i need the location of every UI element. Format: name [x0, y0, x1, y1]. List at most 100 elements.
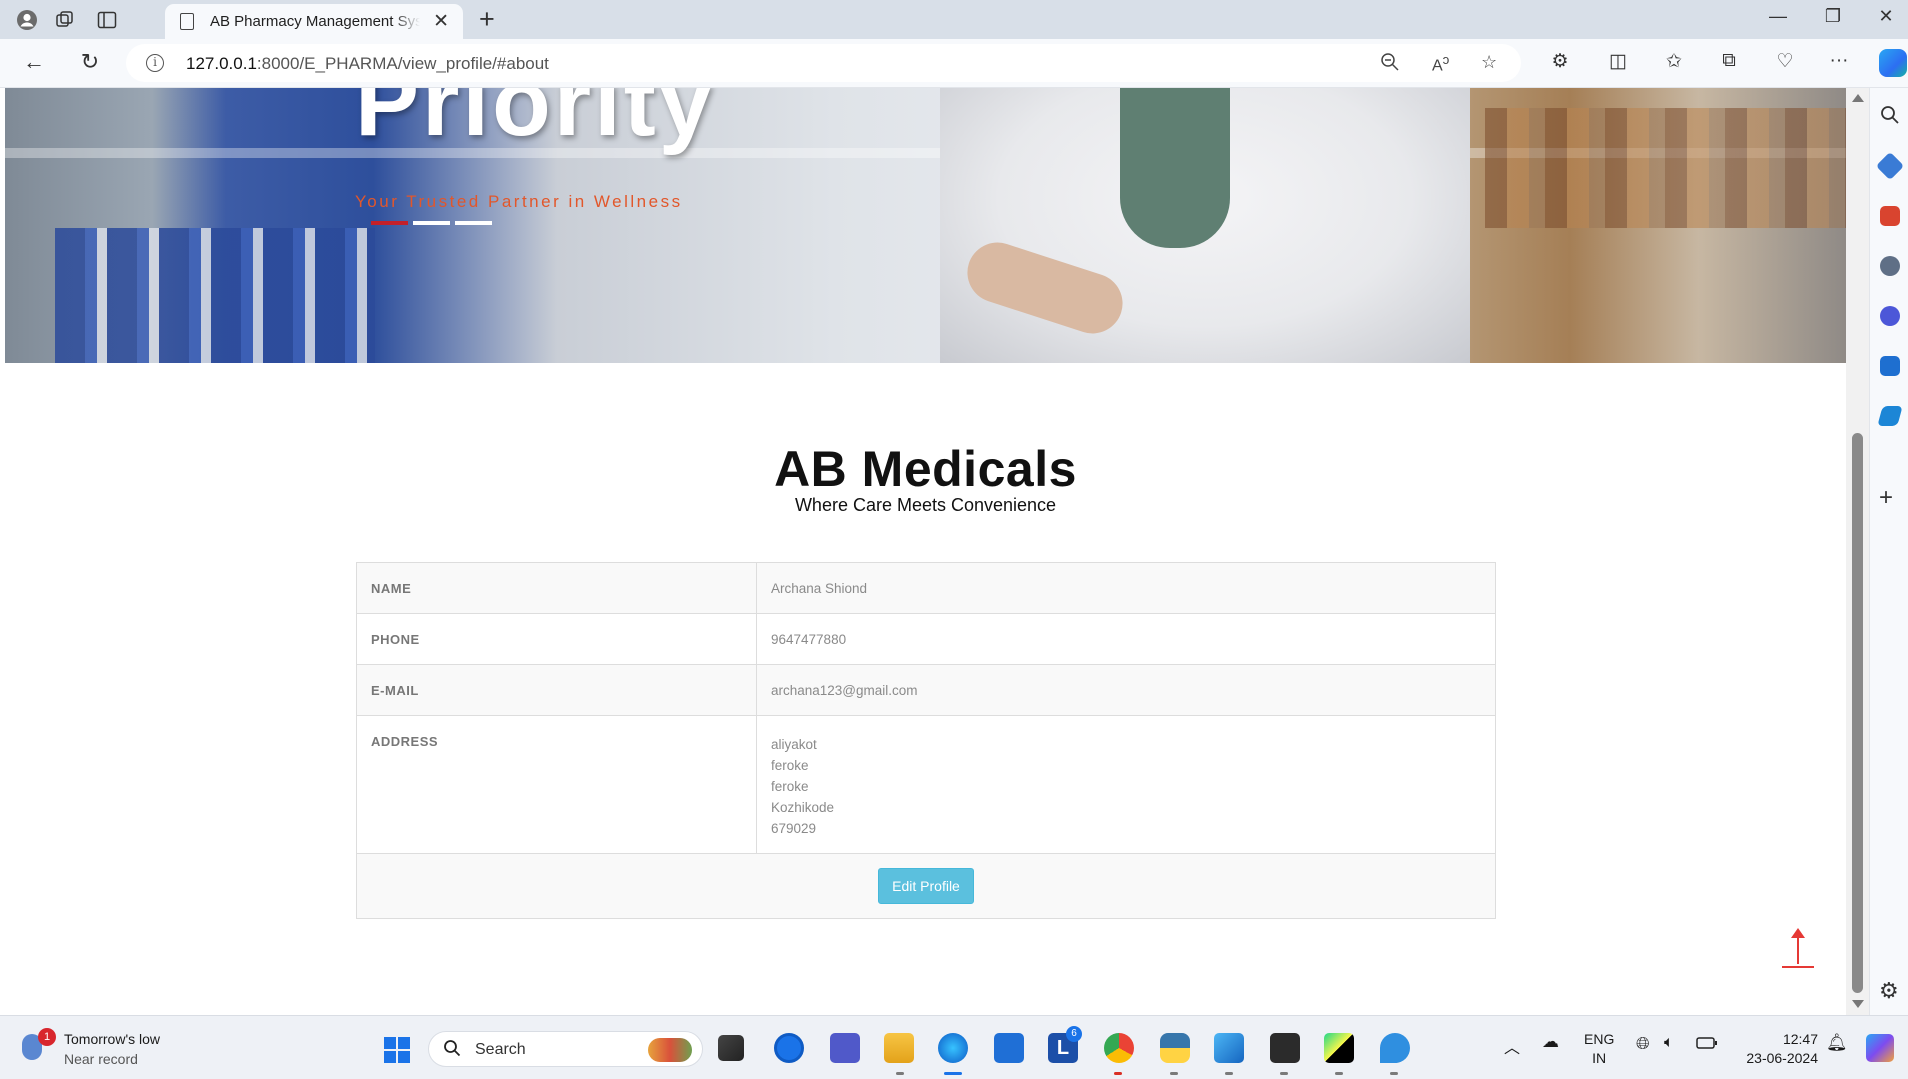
page-icon: [180, 13, 194, 30]
tab-ab-pharmacy[interactable]: AB Pharmacy Management System ✕: [165, 4, 463, 39]
address-toolbar: ← ↻ i 127.0.0.1:8000/E_PHARMA/view_profi…: [0, 39, 1908, 88]
table-row: ADDRESS aliyakot feroke feroke Kozhikode…: [356, 715, 1496, 854]
address-line: feroke: [771, 758, 809, 773]
copilot-taskbar-icon[interactable]: [1866, 1034, 1894, 1062]
site-info-icon[interactable]: i: [146, 54, 164, 72]
browser-tab-bar: AB Pharmacy Management System ✕ + — ❐ ✕: [0, 0, 1908, 39]
phone-label: PHONE: [356, 613, 757, 665]
address-value: aliyakot feroke feroke Kozhikode 679029: [756, 715, 1496, 854]
name-label: NAME: [356, 562, 757, 614]
carousel-dot-1[interactable]: [371, 221, 408, 225]
weather-title: Tomorrow's low: [64, 1031, 161, 1047]
read-aloud-icon[interactable]: Aↄ: [1432, 52, 1449, 75]
task-view-icon[interactable]: [718, 1035, 744, 1061]
sidebar-settings-icon[interactable]: ⚙: [1879, 978, 1899, 1004]
chrome-icon[interactable]: [1104, 1033, 1134, 1063]
sidebar-tools-icon[interactable]: [1880, 206, 1900, 226]
collections-icon[interactable]: ⧉: [1715, 50, 1743, 72]
terminal-icon[interactable]: [1270, 1033, 1300, 1063]
edge-icon[interactable]: [938, 1033, 968, 1063]
sidebar-add-icon[interactable]: +: [1879, 484, 1893, 512]
mysql-icon[interactable]: [1380, 1033, 1410, 1063]
address-line: Kozhikode: [771, 800, 835, 815]
browser-essentials-icon[interactable]: ♡: [1771, 50, 1799, 73]
table-row: PHONE 9647477880: [356, 613, 1496, 665]
zoom-out-icon[interactable]: [1380, 52, 1400, 77]
paint-icon[interactable]: [1214, 1033, 1244, 1063]
sidebar-games-icon[interactable]: [1880, 256, 1900, 276]
scroll-down-icon[interactable]: [1852, 1000, 1864, 1008]
file-explorer-icon[interactable]: [884, 1033, 914, 1063]
store-icon[interactable]: [994, 1033, 1024, 1063]
onedrive-icon[interactable]: ☁: [1542, 1032, 1559, 1052]
hero-banner: Priority Your Trusted Partner in Wellnes…: [5, 88, 1846, 363]
hero-subtitle: Your Trusted Partner in Wellness: [355, 192, 683, 211]
search-icon: [443, 1039, 461, 1062]
carousel-dot-3[interactable]: [455, 221, 492, 225]
carousel-indicators: [371, 212, 497, 230]
teams-icon[interactable]: [830, 1033, 860, 1063]
language-indicator[interactable]: ENG IN: [1584, 1030, 1614, 1068]
more-menu-icon[interactable]: ···: [1825, 50, 1853, 72]
page-viewport: Priority Your Trusted Partner in Wellnes…: [5, 88, 1846, 1015]
python-icon[interactable]: [1160, 1033, 1190, 1063]
new-tab-icon[interactable]: +: [479, 4, 495, 35]
sidebar-shopping-icon[interactable]: [1875, 151, 1905, 181]
back-icon[interactable]: ←: [18, 49, 50, 75]
edit-profile-button[interactable]: Edit Profile: [878, 868, 974, 904]
start-icon[interactable]: [384, 1037, 410, 1063]
scroll-thumb[interactable]: [1852, 433, 1863, 993]
refresh-icon[interactable]: ↻: [74, 49, 106, 75]
notifications-icon[interactable]: 🔔︎: [1826, 1033, 1848, 1053]
back-to-top-icon[interactable]: [1782, 928, 1814, 968]
minimize-icon[interactable]: —: [1758, 6, 1798, 27]
vertical-tabs-icon[interactable]: [92, 6, 122, 34]
carousel-dot-2[interactable]: [413, 221, 450, 225]
clock-time: 12:47: [1782, 1031, 1818, 1047]
profile-icon[interactable]: [12, 6, 42, 34]
page-scrollbar[interactable]: [1846, 88, 1869, 1015]
favorite-star-icon[interactable]: ☆: [1481, 52, 1497, 73]
table-row: Edit Profile: [356, 853, 1496, 919]
taskbar-search[interactable]: Search: [428, 1031, 703, 1067]
sidebar-send-icon[interactable]: [1877, 406, 1903, 426]
restore-icon[interactable]: ❐: [1813, 6, 1853, 27]
email-label: E-MAIL: [356, 664, 757, 716]
close-window-icon[interactable]: ✕: [1866, 6, 1906, 27]
volume-icon[interactable]: 🔈︎: [1664, 1034, 1674, 1052]
search-label: Search: [475, 1041, 526, 1058]
tab-title: AB Pharmacy Management System: [210, 13, 420, 30]
profile-table: NAME Archana Shiond PHONE 9647477880 E-M…: [356, 562, 1496, 919]
extensions-icon[interactable]: ⚙: [1546, 50, 1574, 73]
url-text[interactable]: 127.0.0.1:8000/E_PHARMA/view_profile/#ab…: [186, 54, 549, 74]
name-value: Archana Shiond: [756, 562, 1496, 614]
system-clock[interactable]: 12:47 23-06-2024: [1736, 1030, 1818, 1068]
brand-tagline: Where Care Meets Convenience: [794, 495, 1057, 515]
weather-badge: 1: [38, 1028, 56, 1046]
scroll-up-icon[interactable]: [1852, 94, 1864, 102]
network-icon[interactable]: 🌐︎: [1636, 1034, 1650, 1054]
favorites-icon[interactable]: ✩: [1660, 50, 1688, 73]
hero-title: Priority: [355, 88, 716, 156]
table-row: E-MAIL archana123@gmail.com: [356, 664, 1496, 716]
copilot-icon[interactable]: [1879, 49, 1907, 77]
pycharm-icon[interactable]: [1324, 1033, 1354, 1063]
email-value: archana123@gmail.com: [756, 664, 1496, 716]
close-tab-icon[interactable]: ✕: [433, 10, 449, 33]
clock-date: 23-06-2024: [1746, 1050, 1818, 1066]
address-line: 679029: [771, 821, 817, 836]
table-row: NAME Archana Shiond: [356, 562, 1496, 614]
hero-shelf-graphic: [1485, 108, 1846, 228]
address-bar[interactable]: i 127.0.0.1:8000/E_PHARMA/view_profile/#…: [126, 44, 1521, 82]
workspaces-icon[interactable]: [50, 6, 80, 34]
sidebar-m365-icon[interactable]: [1880, 306, 1900, 326]
search-highlight-icon: [648, 1038, 692, 1062]
sidebar-search-icon[interactable]: [1880, 105, 1900, 125]
weather-subtitle: Near record: [64, 1051, 138, 1067]
phone-value: 9647477880: [756, 613, 1496, 665]
split-screen-icon[interactable]: ◫: [1604, 50, 1632, 73]
cortana-icon[interactable]: [774, 1033, 804, 1063]
sidebar-outlook-icon[interactable]: [1880, 356, 1900, 376]
battery-icon[interactable]: [1696, 1036, 1718, 1053]
show-hidden-icons[interactable]: ︿: [1504, 1034, 1520, 1058]
